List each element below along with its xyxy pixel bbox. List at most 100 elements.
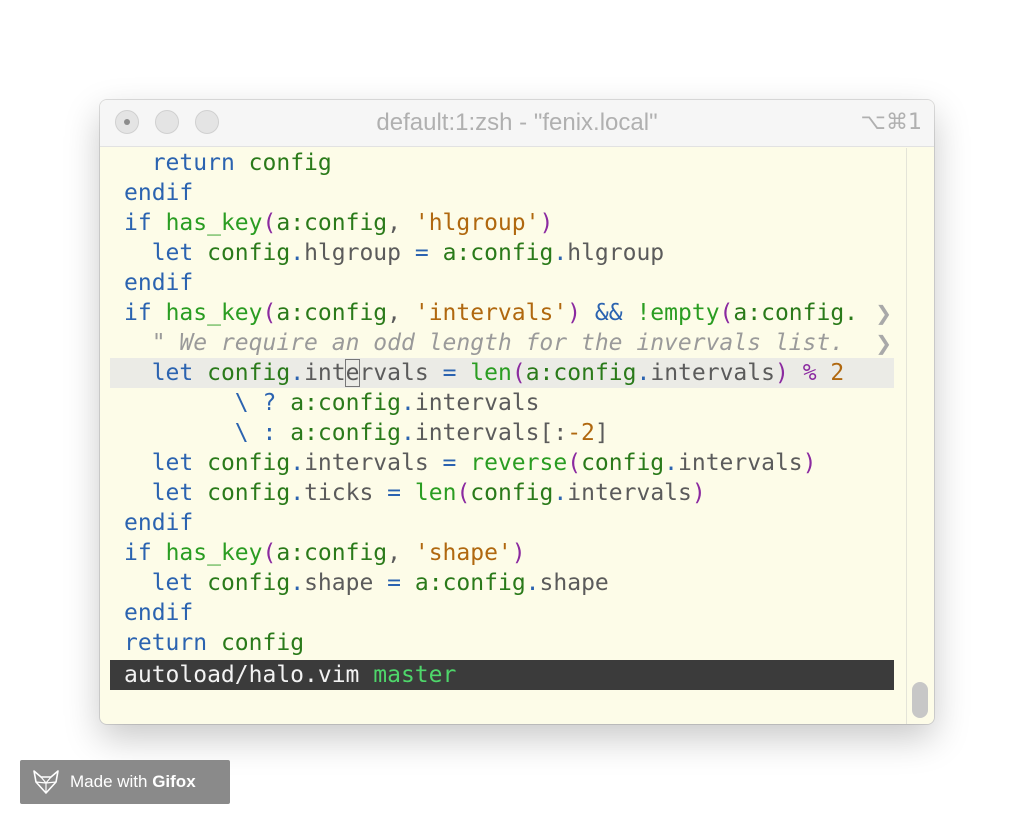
function-name: !empty xyxy=(636,300,720,326)
operator: : xyxy=(262,420,277,446)
window-title: default:1:zsh - "fenix.local" xyxy=(376,109,658,136)
dot-operator: . xyxy=(290,570,305,596)
operator: = xyxy=(387,480,402,506)
number-literal: -2 xyxy=(567,420,595,446)
operator: = xyxy=(414,240,429,266)
comment: " We require an odd length for the inver… xyxy=(151,330,845,356)
vertical-scrollbar[interactable] xyxy=(906,148,934,724)
paren: ( xyxy=(567,450,582,476)
badge-brand: Gifox xyxy=(152,772,196,791)
string-literal: 'intervals' xyxy=(414,300,568,326)
dot-operator: . xyxy=(290,360,305,386)
code-line: let config.ticks = len(config.intervals) xyxy=(110,478,894,508)
operator: ? xyxy=(262,390,277,416)
identifier: a:config xyxy=(414,570,526,596)
dot-operator: . xyxy=(553,240,568,266)
dot-operator: . xyxy=(290,480,305,506)
dot-operator: . xyxy=(401,390,415,416)
paren: ( xyxy=(511,360,526,386)
status-git-branch: master xyxy=(373,662,457,688)
identifier: config xyxy=(207,360,291,386)
keyword: let xyxy=(151,240,194,266)
operator: && xyxy=(594,300,623,326)
code-line-current: let config.intervals = len(a:config.inte… xyxy=(110,358,894,388)
code-line: " We require an odd length for the inver… xyxy=(110,328,894,358)
identifier: a:config xyxy=(442,240,554,266)
paren: ) xyxy=(539,210,554,236)
keyword: endif xyxy=(124,180,194,206)
property: intervals xyxy=(304,450,429,476)
code-editor[interactable]: return config endif if has_key(a:config,… xyxy=(110,148,894,658)
code-line: endif xyxy=(110,508,894,538)
identifier: a:config xyxy=(276,210,388,236)
gifox-badge[interactable]: Made with Gifox xyxy=(20,760,230,804)
code-line: endif xyxy=(110,268,894,298)
scrollbar-thumb[interactable] xyxy=(912,682,928,718)
title-bar: default:1:zsh - "fenix.local" ⌥⌘1 xyxy=(100,100,934,147)
property: rvals xyxy=(359,360,429,386)
function-name: has_key xyxy=(165,540,263,566)
dot-operator: . xyxy=(401,420,415,446)
property: intervals xyxy=(414,390,540,416)
string-literal: 'hlgroup' xyxy=(414,210,540,236)
identifier: config xyxy=(207,570,291,596)
property: shape xyxy=(304,570,374,596)
paren: ) xyxy=(802,450,817,476)
keyword: if xyxy=(124,210,152,236)
keyword: if xyxy=(124,300,152,326)
paren: ( xyxy=(262,300,277,326)
dot-operator: . xyxy=(664,450,679,476)
function-name: reverse xyxy=(470,450,568,476)
paren: ( xyxy=(456,480,471,506)
operator: = xyxy=(442,450,457,476)
function-name: len xyxy=(470,360,512,386)
paren: ) xyxy=(691,480,706,506)
operator: = xyxy=(442,360,457,386)
identifier: a:config xyxy=(276,300,388,326)
identifier: a:config xyxy=(290,390,401,416)
paren: ( xyxy=(262,540,277,566)
punctuation: , xyxy=(387,210,415,236)
code-line: \ ? a:config.intervals xyxy=(110,388,894,418)
property: shape xyxy=(539,570,609,596)
property: intervals xyxy=(567,480,692,506)
continuation: \ xyxy=(234,420,249,446)
punctuation: , xyxy=(387,540,415,566)
dot-operator: . xyxy=(525,570,540,596)
badge-text: Made with Gifox xyxy=(70,760,196,804)
keyword: endif xyxy=(124,270,194,296)
operator: % xyxy=(802,360,817,386)
identifier: config xyxy=(207,240,291,266)
fox-icon xyxy=(32,768,60,801)
code-line: let config.hlgroup = a:config.hlgroup xyxy=(110,238,894,268)
code-line: let config.shape = a:config.shape xyxy=(110,568,894,598)
code-line: if has_key(a:config, 'hlgroup') xyxy=(110,208,894,238)
code-line: \ : a:config.intervals[:-2] xyxy=(110,418,894,448)
punctuation: ] xyxy=(594,420,609,446)
property: intervals xyxy=(678,450,803,476)
paren: ) xyxy=(511,540,526,566)
property: intervals[: xyxy=(414,420,568,446)
paren: ) xyxy=(567,300,582,326)
function-name: has_key xyxy=(165,300,263,326)
keyword: endif xyxy=(124,600,194,626)
identifier: config xyxy=(220,630,305,656)
code-line: if has_key(a:config, 'intervals') && !em… xyxy=(110,298,894,328)
identifier: config xyxy=(207,450,291,476)
keyword: let xyxy=(151,570,194,596)
operator: = xyxy=(387,570,402,596)
property: ticks xyxy=(304,480,374,506)
identifier: a:config xyxy=(276,540,388,566)
identifier: config xyxy=(581,450,665,476)
identifier: config xyxy=(470,480,554,506)
status-file-path: autoload/halo.vim xyxy=(124,662,360,688)
line-truncation-marker: ❯ xyxy=(875,331,892,355)
keyword: return xyxy=(151,150,235,176)
identifier: a:config xyxy=(525,360,637,386)
paren: ) xyxy=(774,360,789,386)
code-line: return config xyxy=(110,148,894,178)
badge-prefix: Made with xyxy=(70,772,153,791)
dot-operator: . xyxy=(290,240,305,266)
identifier: a:config xyxy=(290,420,401,446)
keyword: return xyxy=(124,630,208,656)
